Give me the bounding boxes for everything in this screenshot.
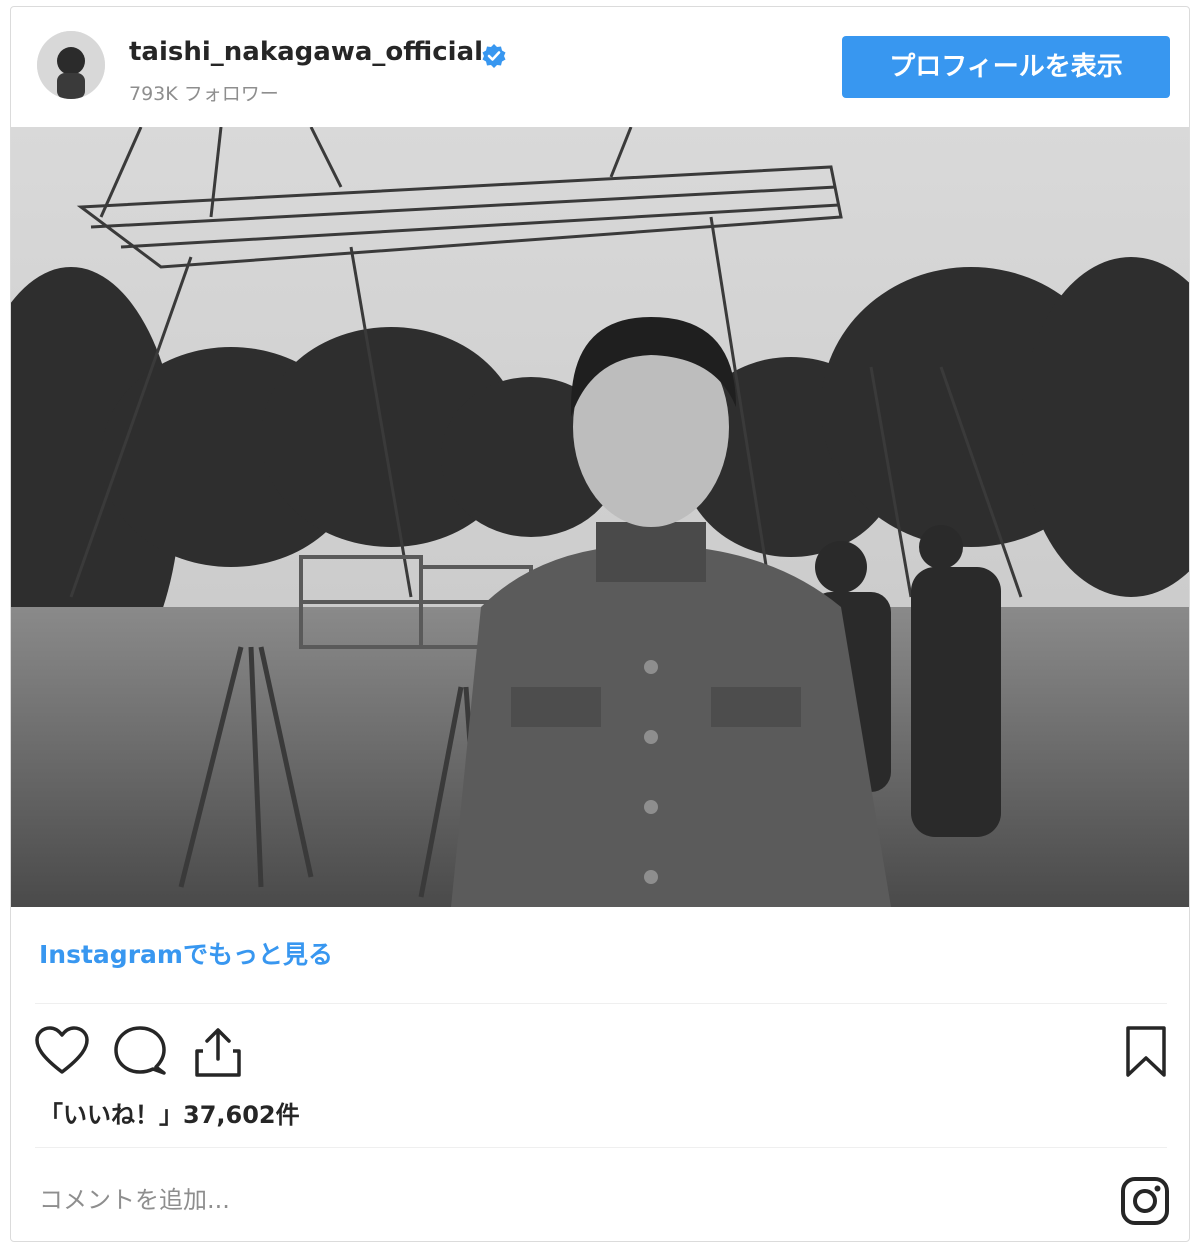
like-count: 「いいね！」37,602件 — [39, 1101, 300, 1129]
share-button[interactable] — [189, 1023, 247, 1081]
like-button[interactable] — [33, 1023, 91, 1081]
post-photo[interactable] — [11, 127, 1189, 907]
view-more-on-instagram-link[interactable]: Instagramでもっと見る — [39, 935, 333, 971]
follower-count: 793K フォロワー — [129, 83, 279, 105]
instagram-logo-icon[interactable] — [1119, 1175, 1171, 1227]
bookmark-button[interactable] — [1117, 1023, 1175, 1081]
view-profile-button[interactable]: プロフィールを表示 — [842, 36, 1170, 98]
share-icon — [195, 1028, 241, 1077]
comment-button[interactable] — [111, 1023, 169, 1081]
comment-input[interactable] — [37, 1177, 1041, 1223]
instagram-embed-card: taishi_nakagawa_official 793K フォロワー プロフィ… — [10, 6, 1190, 1242]
username[interactable]: taishi_nakagawa_official — [129, 37, 483, 67]
post-header: taishi_nakagawa_official 793K フォロワー プロフィ… — [11, 7, 1189, 127]
comment-icon — [114, 1026, 166, 1075]
divider — [35, 1003, 1167, 1004]
avatar[interactable] — [37, 31, 105, 99]
divider — [35, 1147, 1167, 1148]
heart-icon — [35, 1026, 89, 1074]
verified-badge-icon — [482, 44, 506, 68]
bookmark-icon — [1126, 1026, 1166, 1077]
